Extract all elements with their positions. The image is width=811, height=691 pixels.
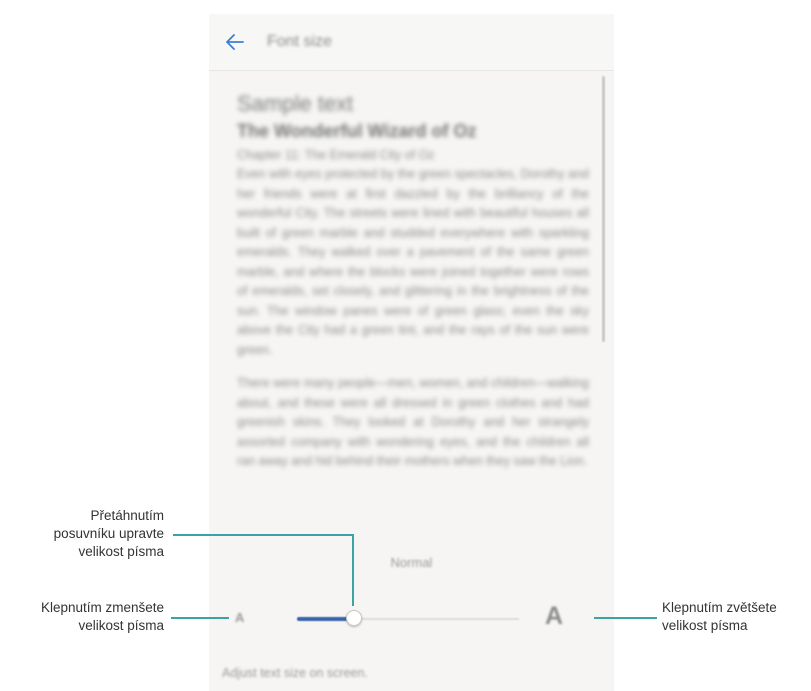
increase-font-button[interactable]: A [545,602,563,631]
callout-line: Klepnutím zvětšete [662,600,777,615]
sample-text-preview: Sample text The Wonderful Wizard of Oz C… [237,90,589,530]
phone-screen: Font size Sample text The Wonderful Wiza… [209,14,614,691]
book-title: The Wonderful Wizard of Oz [237,121,477,141]
callout-line: Přetáhnutím [90,508,164,523]
page-title: Font size [267,33,332,50]
scrollbar[interactable] [602,76,605,342]
preview-paragraph: There were many people—men, women, and c… [237,376,589,468]
callout-line: velikost písma [78,618,164,633]
callout-line: velikost písma [78,544,164,559]
leader-line [594,617,657,619]
callout-decrease: Klepnutím zmenšete velikost písma [2,599,164,635]
sample-text-heading: Sample text [237,91,354,116]
preview-paragraph: Even with eyes protected by the green sp… [237,167,589,357]
callout-line: velikost písma [662,618,748,633]
preview-fade [209,494,614,534]
callout-line: Klepnutím zmenšete [40,600,164,615]
callout-line: posuvníku upravte [53,526,164,541]
callout-increase: Klepnutím zvětšete velikost písma [662,599,811,635]
leader-line [352,534,354,606]
leader-line [171,617,229,619]
callout-drag-slider: Přetáhnutím posuvníku upravte velikost p… [2,507,164,561]
back-arrow-icon[interactable] [223,30,247,54]
chapter-title: Chapter 11: The Emerald City of Oz [237,148,435,162]
leader-line [173,534,353,536]
decrease-font-button[interactable]: A [235,610,244,625]
font-size-name: Normal [390,555,433,570]
font-size-slider-thumb[interactable] [346,610,362,626]
footer-hint: Adjust text size on screen. [222,666,368,680]
app-header: Font size [209,14,614,71]
